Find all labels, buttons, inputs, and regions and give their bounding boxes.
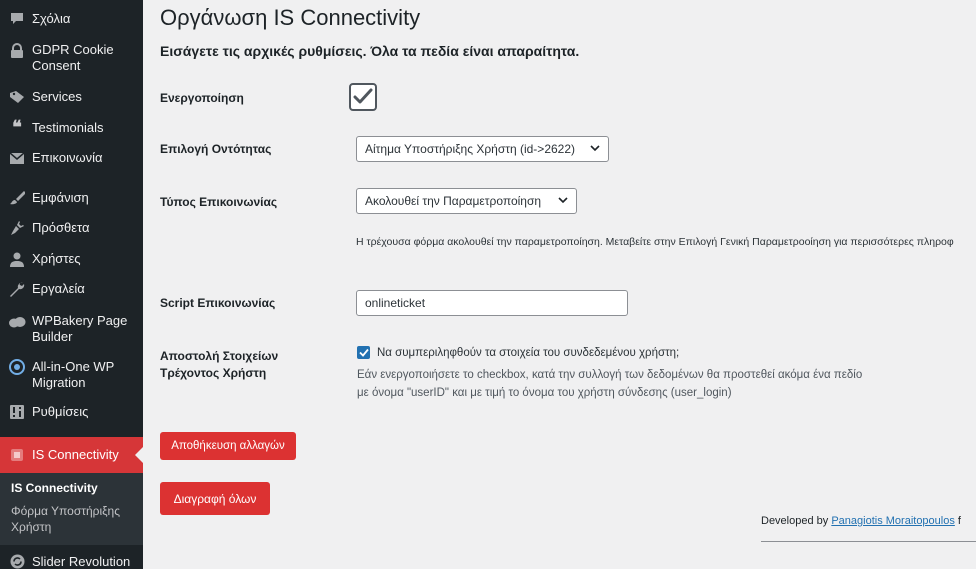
send-user-checkbox-label: Να συμπεριληφθούν τα στοιχεία του συνδεδ… [377, 347, 680, 359]
script-label: Script Επικοινωνίας [160, 296, 276, 310]
sidebar-item-gdpr[interactable]: GDPR Cookie Consent [0, 40, 143, 76]
entity-select-value: Αίτημα Υποστήριξης Χρήστη (id->2622) [365, 142, 576, 156]
checkmark-icon [358, 348, 369, 357]
send-user-desc-line2: με όνομα "userID" και με τιμή το όνομα τ… [357, 387, 732, 399]
sidebar-item-slider-revolution[interactable]: Slider Revolution [0, 550, 143, 569]
sidebar-item-label: Slider Revolution [32, 554, 131, 569]
envelope-icon [8, 149, 26, 167]
sidebar-item-label: All-in-One WP Migration [32, 359, 115, 390]
admin-sidebar: Σχόλια GDPR Cookie Consent Services ❝ Te… [0, 0, 143, 569]
plugin-icon [8, 219, 26, 237]
sidebar-item-label: WPBakery Page Builder [32, 313, 128, 344]
page-intro: Εισάγετε τις αρχικές ρυθμίσεις. Όλα τα π… [160, 43, 580, 59]
sidebar-item-label: Testimonials [32, 120, 104, 135]
refresh-icon [8, 552, 26, 569]
chevron-down-icon [590, 145, 600, 152]
checkmark-icon [353, 88, 373, 104]
sidebar-item-contact[interactable]: Επικοινωνία [0, 148, 143, 168]
sidebar-item-testimonials[interactable]: ❝ Testimonials [0, 118, 143, 138]
user-icon [8, 250, 26, 268]
send-user-label-line1: Αποστολή Στοιχείων [160, 349, 279, 363]
sidebar-item-label: IS Connectivity [32, 447, 119, 462]
send-user-checkbox[interactable] [357, 346, 370, 359]
sidebar-submenu: IS Connectivity Φόρμα Υποστήριξης Χρήστη [0, 473, 143, 545]
sidebar-item-label: Ρυθμίσεις [32, 404, 89, 419]
sidebar-item-settings[interactable]: Ρυθμίσεις [0, 402, 143, 422]
sidebar-item-services[interactable]: Services [0, 87, 143, 107]
author-link[interactable]: Panagiotis Moraitopoulos [831, 515, 955, 527]
sidebar-item-migration[interactable]: All-in-One WP Migration [0, 357, 143, 393]
settings-icon [8, 403, 26, 421]
activation-label: Ενεργοποίηση [160, 91, 244, 105]
migration-icon [8, 358, 26, 376]
sidebar-item-is-connectivity[interactable]: IS Connectivity [0, 437, 143, 473]
sidebar-item-tools[interactable]: Εργαλεία [0, 279, 143, 299]
sidebar-item-label: GDPR Cookie Consent [32, 42, 114, 73]
quote-icon: ❝ [12, 117, 22, 138]
comm-type-label: Τύπος Επικοινωνίας [160, 195, 278, 209]
activation-checkbox[interactable] [349, 83, 377, 111]
is-icon [8, 446, 26, 464]
sidebar-item-appearance[interactable]: Εμφάνιση [0, 188, 143, 208]
sidebar-item-users[interactable]: Χρήστες [0, 249, 143, 269]
submenu-item-is-connectivity[interactable]: IS Connectivity [11, 480, 98, 496]
sidebar-item-label: Εμφάνιση [32, 190, 89, 205]
script-input[interactable] [356, 290, 628, 316]
comments-icon [8, 10, 26, 28]
send-user-label-line2: Τρέχοντος Χρήστη [160, 366, 267, 380]
cloud-icon [8, 313, 26, 331]
lock-icon [8, 42, 26, 60]
comm-type-select-value: Ακολουθεί την Παραμετροποίηση [365, 194, 542, 208]
sidebar-item-label: Services [32, 89, 82, 104]
paintbrush-icon [8, 189, 26, 207]
sidebar-item-wpbakery[interactable]: WPBakery Page Builder [0, 311, 143, 347]
save-button[interactable]: Αποθήκευση αλλαγών [160, 432, 296, 460]
delete-all-button[interactable]: Διαγραφή όλων [160, 482, 270, 515]
developer-credit: Developed by Panagiotis Moraitopoulos f [761, 515, 961, 527]
comm-type-select[interactable]: Ακολουθεί την Παραμετροποίηση [356, 188, 577, 214]
wrench-icon [8, 280, 26, 298]
entity-label: Επιλογή Οντότητας [160, 142, 272, 156]
sidebar-item-label: Χρήστες [32, 251, 81, 266]
sidebar-item-label: Σχόλια [32, 11, 71, 26]
sidebar-item-label: Πρόσθετα [32, 220, 90, 235]
comm-type-help: Η τρέχουσα φόρμα ακολουθεί την παραμετρο… [356, 236, 954, 248]
footer-divider [761, 541, 976, 542]
sidebar-item-comments[interactable]: Σχόλια [0, 9, 143, 29]
chevron-down-icon [558, 197, 568, 204]
page-title: Οργάνωση IS Connectivity [160, 5, 421, 30]
send-user-desc-line1: Εάν ενεργοποιήσετε το checkbox, κατά την… [357, 369, 863, 381]
submenu-item-support-form[interactable]: Φόρμα Υποστήριξης Χρήστη [11, 503, 136, 535]
tag-icon [8, 88, 26, 106]
credit-prefix: Developed by [761, 515, 832, 527]
main-content: Οργάνωση IS Connectivity Εισάγετε τις αρ… [143, 0, 976, 569]
sidebar-item-plugins[interactable]: Πρόσθετα [0, 218, 143, 238]
sidebar-item-label: Εργαλεία [32, 281, 85, 296]
credit-suffix: f [954, 515, 961, 527]
entity-select[interactable]: Αίτημα Υποστήριξης Χρήστη (id->2622) [356, 136, 609, 162]
sidebar-item-label: Επικοινωνία [32, 150, 103, 165]
